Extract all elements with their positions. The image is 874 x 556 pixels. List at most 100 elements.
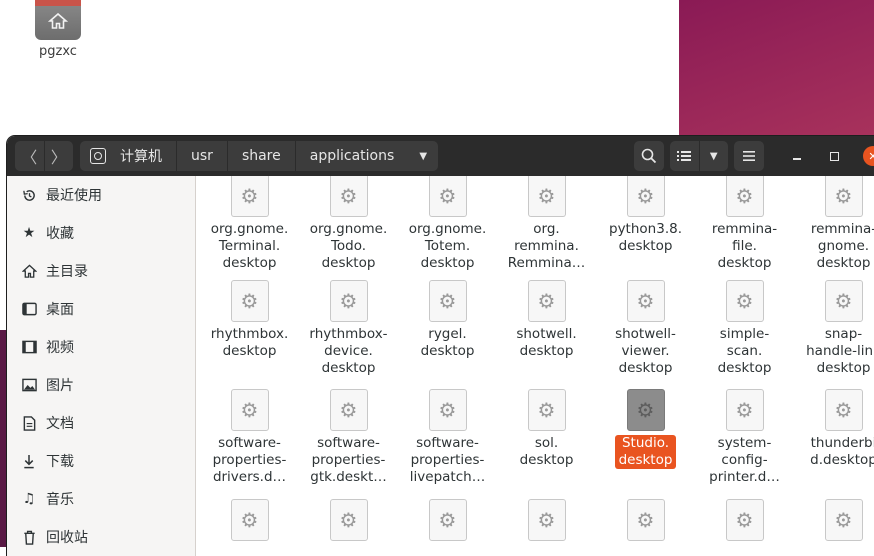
file-item[interactable]: ⚙ [695,499,794,541]
desktop-file-gear-icon: ⚙ [428,176,467,217]
recent-clock-icon [21,187,37,203]
sidebar-item-videos[interactable]: 视频 [7,328,195,366]
breadcrumb-share[interactable]: share [228,141,296,171]
file-item[interactable]: ⚙ rygel. desktop [398,280,497,360]
file-item[interactable]: ⚙ [299,499,398,541]
file-name: rhythmbox- device. desktop [309,326,388,376]
file-name: snap- handle-link desktop [806,326,874,376]
file-item[interactable]: ⚙ org.gnome. Totem. desktop [398,176,497,272]
sidebar-item-pictures[interactable]: 图片 [7,366,195,404]
minimize-icon [793,158,801,160]
file-item[interactable]: ⚙ [596,499,695,541]
file-item[interactable]: ⚙ software- properties- gtk.deskt… [299,389,398,486]
desktop-file-gear-icon: ⚙ [824,389,863,431]
sidebar-item-desktop[interactable]: 桌面 [7,290,195,328]
home-icon [21,263,37,279]
file-item[interactable]: ⚙ snap- handle-link desktop [794,280,874,377]
file-item[interactable]: ⚙ remmina- file. desktop [695,176,794,272]
file-name: org.gnome. Totem. desktop [408,221,487,271]
triangle-down-icon: ▼ [709,150,718,162]
sidebar-item-downloads[interactable]: 下载 [7,442,195,480]
desktop-file-gear-icon: ⚙ [230,499,269,541]
file-item[interactable]: ⚙ remmina- gnome. desktop [794,176,874,272]
file-item[interactable]: ⚙ [398,499,497,541]
file-item[interactable]: ⚙ org.gnome. Terminal. desktop [200,176,299,272]
breadcrumb-applications[interactable]: applications [296,141,409,171]
sidebar-item-trash[interactable]: 回收站 [7,518,195,556]
sidebar-item-starred[interactable]: ★ 收藏 [7,214,195,252]
sidebar-item-label: 主目录 [46,264,88,280]
file-name: org.gnome. Terminal. desktop [210,221,289,271]
chevron-left-icon: 〈 [21,148,38,167]
breadcrumb-computer-label: 计算机 [120,149,162,165]
sidebar: 最近使用 ★ 收藏 主目录 桌面 视频 图片 文档 下载 ♫ 音乐 回收站 [7,176,196,556]
file-item[interactable]: ⚙ python3.8. desktop [596,176,695,255]
sidebar-item-recent[interactable]: 最近使用 [7,176,195,214]
desktop-icon [21,301,37,317]
search-button[interactable] [634,141,664,171]
breadcrumb-computer[interactable]: 计算机 [80,141,177,171]
file-item[interactable]: ⚙ org.gnome. Todo. desktop [299,176,398,272]
minimize-button[interactable] [782,141,812,171]
close-button[interactable]: ✕ [863,146,874,166]
nav-buttons: 〈 〉 [15,141,73,171]
file-name: shotwell. desktop [516,326,577,359]
menu-button[interactable] [734,141,764,171]
close-icon: ✕ [868,149,874,163]
view-dropdown-button[interactable]: ▼ [700,141,729,171]
file-item[interactable]: ⚙ rhythmbox- device. desktop [299,280,398,377]
file-item[interactable]: ⚙ org. remmina. Remmina… [497,176,596,272]
file-item[interactable]: ⚙ shotwell- viewer. desktop [596,280,695,377]
desktop-file-gear-icon: ⚙ [626,176,665,217]
breadcrumb-menu-button[interactable]: ▼ [408,141,438,171]
desktop-file-gear-icon: ⚙ [725,280,764,322]
file-item[interactable]: ⚙ thunderbi d.desktop [794,389,874,469]
sidebar-item-label: 视频 [46,340,74,356]
desktop-file-gear-icon: ⚙ [725,176,764,217]
desktop-file-gear-icon: ⚙ [824,176,863,217]
desktop-file-gear-icon: ⚙ [527,280,566,322]
desktop-home-label: pgzxc [39,44,77,59]
desktop-file-gear-icon: ⚙ [329,280,368,322]
forward-button[interactable]: 〉 [43,141,74,171]
sidebar-item-label: 下载 [46,454,74,470]
sidebar-item-label: 音乐 [46,492,74,508]
file-item[interactable]: ⚙ [794,499,874,541]
file-item-selected[interactable]: ⚙ Studio. desktop [596,389,695,469]
desktop-file-gear-icon: ⚙ [527,176,566,217]
desktop-file-gear-icon: ⚙ [329,499,368,541]
desktop-file-gear-icon: ⚙ [230,280,269,322]
home-folder-icon [35,0,81,40]
sidebar-item-music[interactable]: ♫ 音乐 [7,480,195,518]
file-item[interactable]: ⚙ shotwell. desktop [497,280,596,360]
sidebar-item-home[interactable]: 主目录 [7,252,195,290]
file-item[interactable]: ⚙ simple- scan. desktop [695,280,794,377]
headerbar: 〈 〉 计算机 usr share applications ▼ ▼ ✕ [7,136,874,176]
desktop-home-folder[interactable]: pgzxc [30,0,86,59]
sidebar-item-documents[interactable]: 文档 [7,404,195,442]
desktop-file-gear-icon: ⚙ [725,389,764,431]
file-item[interactable]: ⚙ system- config- printer.d… [695,389,794,486]
file-item[interactable]: ⚙ [200,499,299,541]
file-item[interactable]: ⚙ software- properties- drivers.d… [200,389,299,486]
file-name: rhythmbox. desktop [210,326,289,359]
back-button[interactable]: 〈 [15,141,44,171]
trash-icon [21,529,37,545]
file-item[interactable]: ⚙ sol. desktop [497,389,596,469]
search-icon [641,148,657,164]
breadcrumb-usr[interactable]: usr [177,141,228,171]
file-item[interactable]: ⚙ [497,499,596,541]
sidebar-item-label: 图片 [46,378,74,394]
file-name: software- properties- gtk.deskt… [310,435,387,485]
maximize-button[interactable] [819,141,849,171]
file-item[interactable]: ⚙ rhythmbox. desktop [200,280,299,360]
file-grid: ⚙ org.gnome. Terminal. desktop ⚙ org.gnome… [196,176,874,556]
file-name: thunderbi d.desktop [810,435,874,468]
sidebar-item-label: 文档 [46,416,74,432]
file-item[interactable]: ⚙ software- properties- livepatch… [398,389,497,486]
hamburger-menu-icon [743,151,755,161]
sidebar-item-label: 最近使用 [46,188,102,204]
file-name: software- properties- livepatch… [409,435,486,485]
file-name: org. remmina. Remmina… [507,221,586,271]
list-view-button[interactable] [670,141,700,171]
